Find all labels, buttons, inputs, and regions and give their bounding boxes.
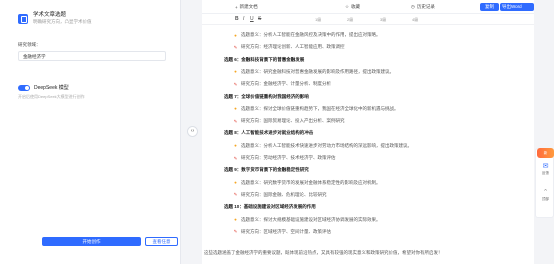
heading-1-button[interactable]: 1级 (315, 17, 321, 23)
back-to-top-label: 顶部 (542, 197, 549, 201)
copy-button[interactable]: 复制 (480, 3, 499, 11)
underline-button[interactable]: U (250, 16, 254, 22)
lightbulb-icon: ● (234, 180, 237, 186)
section-heading: 选题 8：人工智能技术进步对就业结构的冲击 (224, 130, 314, 136)
left-panel: 学术文章选题 明确研究方向，凸显学术价值 研究领域： 金融经济学 DeepSee… (0, 0, 181, 264)
bold-button[interactable]: B (235, 16, 239, 22)
list-item-text: 研究方向：国际贸易理论、投入产出分析、案例研究 (241, 118, 345, 124)
import-button[interactable]: 查看任意 (145, 237, 178, 246)
list-item: ● 选题意义：探讨全球价值链重构趋势下，我国在经济全球化中的新机遇与挑战。 (233, 105, 399, 112)
app-title: 学术文章选题 (33, 12, 67, 18)
research-field-label: 研究领域： (18, 42, 41, 47)
list-item: ● 选题意义：研究数字货币的发展对金融体系稳定性的影响及应对机制。 (233, 179, 381, 186)
start-button[interactable]: 开始创作 (42, 237, 141, 246)
arrow-up-icon: ⌃ (542, 189, 549, 196)
history-label: 历史记录 (416, 4, 435, 9)
app-subtitle: 明确研究方向，凸显学术价值 (33, 19, 92, 24)
list-item-text: 选题意义：探讨大规模基础设施建设对区域经济协调发展的实际效果。 (241, 216, 381, 222)
list-item-text: 研究方向：国际金融、危机理论、比较研究 (241, 191, 327, 197)
history-button[interactable]: ◷ 历史记录 (411, 4, 435, 10)
pushpin-icon: ✎ (233, 229, 238, 235)
list-item-text: 选题意义：分析人工智能在金融风控及决策中的作用，提出应对策略。 (241, 32, 381, 37)
format-toolbar: B I U S 1级 2级 3级 4级 (202, 14, 534, 25)
heading-3-button[interactable]: 3级 (380, 17, 386, 23)
list-item-text: 选题意义：分析人工智能技术快速进步对劳动力市场结构的深远影响，提出政策建议。 (241, 142, 412, 148)
pushpin-icon: ✎ (233, 192, 238, 198)
lightbulb-icon: ● (234, 32, 237, 38)
editor-topbar: + 新建文档 ☆ 收藏 ◷ 历史记录 复制 导出Word (202, 0, 534, 14)
feedback-label: 反馈 (542, 171, 549, 175)
research-field-input[interactable]: 金融经济学 (18, 51, 166, 61)
list-item: ✎ 研究方向：经济理论创新、人工智能应用、政策调控 (233, 44, 345, 50)
app-window: 学术文章选题 明确研究方向，凸显学术价值 研究领域： 金融经济学 DeepSee… (0, 0, 554, 264)
italic-button[interactable]: I (243, 16, 244, 22)
floating-side-tools: ✉ 反馈 ⌃ 顶部 (535, 148, 554, 218)
list-item-text: 研究方向：经济理论创新、人工智能应用、政策调控 (241, 44, 345, 50)
list-item: ✎ 研究方向：国际贸易理论、投入产出分析、案例研究 (233, 118, 345, 124)
app-header: 学术文章选题 明确研究方向，凸显学术价值 (18, 12, 92, 25)
back-to-top-button[interactable]: ⌃ 顶部 (536, 189, 554, 202)
list-item: ● 选题意义：分析人工智能技术快速进步对劳动力市场结构的深远影响，提出政策建议。 (233, 143, 412, 149)
section-heading: 选题 10：基础设施建设对区域经济发展的作用 (224, 204, 316, 210)
feedback-icon: ✉ (542, 163, 549, 170)
list-item: ● 选题意义：探讨大规模基础设施建设对区域经济协调发展的实际效果。 (233, 216, 381, 223)
section-heading: 选题 7：全球价值链重构对我国经济的影响 (224, 93, 309, 99)
deepseek-label: DeepSeek 模型 (34, 85, 69, 91)
favorite-label: 收藏 (351, 4, 361, 9)
lightbulb-icon: ● (234, 106, 237, 112)
list-item: ● 选题意义：分析人工智能在金融风控及决策中的作用，提出应对策略。 (233, 32, 381, 38)
editor-panel: + 新建文档 ☆ 收藏 ◷ 历史记录 复制 导出Word B I U S 1级 … (202, 0, 534, 264)
list-item-text: 选题意义：探讨全球价值链重构趋势下，我国在经济全球化中的新机遇与挑战。 (241, 105, 399, 111)
new-doc-label: 新建文档 (239, 4, 258, 9)
clock-icon: ◷ (411, 4, 415, 9)
favorite-button[interactable]: ☆ 收藏 (345, 4, 360, 10)
star-icon: ☆ (345, 4, 350, 9)
deepseek-description: 开启后使用DeepSeek大模型进行创作 (18, 94, 85, 99)
section-heading: 选题 6：金融科技背景下的普惠金融发展 (224, 56, 305, 62)
strike-button[interactable]: S (258, 16, 261, 22)
list-item-text: 选题意义：研究数字货币的发展对金融体系稳定性的影响及应对机制。 (241, 179, 381, 185)
heading-2-button[interactable]: 2级 (347, 17, 353, 23)
plus-icon: + (235, 4, 238, 10)
new-doc-button[interactable]: + 新建文档 (235, 4, 258, 10)
list-item-text: 研究方向：区域经济学、空间计量、政策评估 (241, 228, 331, 234)
list-item: ✎ 研究方向：区域经济学、空间计量、政策评估 (233, 229, 331, 235)
pushpin-icon: ✎ (233, 81, 238, 87)
lightbulb-icon: ● (234, 217, 237, 222)
list-item: ● 选题意义：研究金融科技对普惠金融发展的影响及作用路径，提出政策建议。 (233, 69, 394, 75)
feedback-button[interactable]: ✉ 反馈 (536, 163, 554, 176)
pushpin-icon: ✎ (233, 44, 238, 50)
document-icon (18, 14, 28, 24)
list-item: ✎ 研究方向：国际金融、危机理论、比较研究 (233, 192, 327, 198)
heading-4-button[interactable]: 4级 (412, 17, 418, 23)
list-item-text: 研究方向：金融经济学、计量分析、制度分析 (241, 81, 331, 87)
lightbulb-icon: ● (234, 69, 237, 75)
deepseek-toggle[interactable] (18, 84, 30, 91)
deepseek-row: DeepSeek 模型 (18, 84, 69, 91)
pushpin-icon: ✎ (233, 118, 238, 124)
pushpin-icon: ✎ (233, 155, 238, 161)
new-badge[interactable]: 新 (537, 148, 554, 158)
list-item: ✎ 研究方向：金融经济学、计量分析、制度分析 (233, 81, 331, 87)
export-word-button[interactable]: 导出Word (500, 3, 534, 11)
closing-note: 这些选题涵盖了金融经济学的重要议题，既体现前沿热点，又具有较强的现实意义和政策研… (204, 250, 443, 255)
list-item: ✎ 研究方向：劳动经济学、技术经济学、政策评估 (233, 155, 336, 161)
lightbulb-icon: ● (234, 143, 237, 149)
list-item-text: 研究方向：劳动经济学、技术经济学、政策评估 (241, 155, 336, 160)
collapse-toggle-icon[interactable]: ‹› (187, 126, 198, 137)
list-item-text: 选题意义：研究金融科技对普惠金融发展的影响及作用路径，提出政策建议。 (241, 68, 394, 74)
section-heading: 选题 9：数字货币背景下的金融稳定性研究 (224, 167, 309, 173)
